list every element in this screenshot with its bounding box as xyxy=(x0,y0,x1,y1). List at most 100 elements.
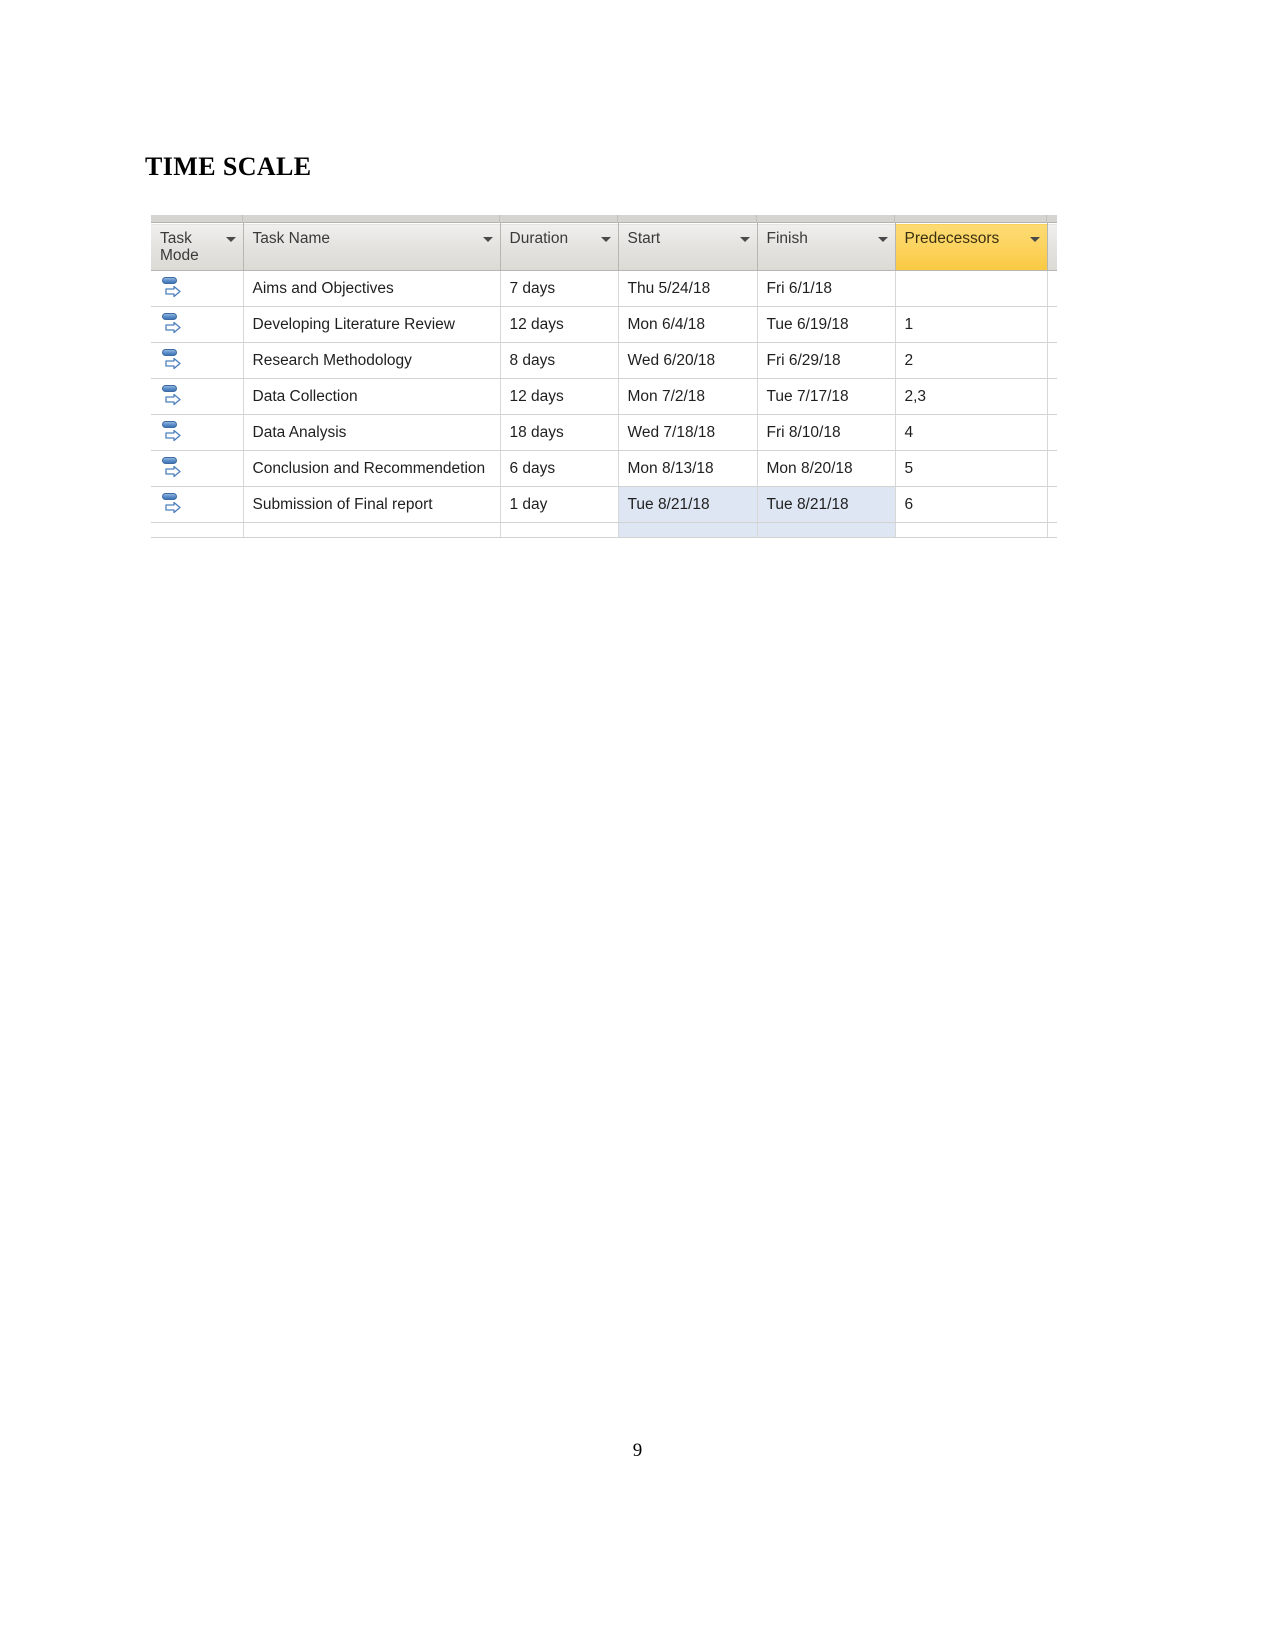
cell-task-mode[interactable] xyxy=(151,306,244,343)
resize-handle-predecessors[interactable] xyxy=(895,215,1047,223)
column-header-task-mode-label: Task Mode xyxy=(160,230,199,264)
cell-task-mode[interactable] xyxy=(151,342,244,379)
auto-scheduled-icon xyxy=(162,457,182,479)
cell-task-name[interactable]: Submission of Final report xyxy=(243,486,501,523)
table-row[interactable]: Conclusion and Recommendetion 6 days Mon… xyxy=(151,450,1057,487)
cell-finish[interactable]: Fri 6/29/18 xyxy=(757,342,896,379)
cell-task-name[interactable]: Conclusion and Recommendetion xyxy=(243,450,501,487)
column-resize-strip xyxy=(151,215,1057,223)
cell-task-name[interactable]: Developing Literature Review xyxy=(243,306,501,343)
task-table: Task Mode Task Name Duration Start Finis… xyxy=(151,223,1057,538)
resize-handle-task-name[interactable] xyxy=(243,215,500,223)
grid-scroll-area[interactable]: Task Mode Task Name Duration Start Finis… xyxy=(151,223,1057,676)
column-header-next-partial[interactable] xyxy=(1047,223,1057,271)
cell-task-mode[interactable] xyxy=(151,486,244,523)
cell-partial[interactable] xyxy=(1047,378,1057,415)
resize-handle-task-mode[interactable] xyxy=(151,215,243,223)
table-header: Task Mode Task Name Duration Start Finis… xyxy=(151,223,1057,271)
cell-finish[interactable]: Tue 6/19/18 xyxy=(757,306,896,343)
cell-start[interactable]: Mon 7/2/18 xyxy=(618,378,758,415)
table-row[interactable]: Data Analysis 18 days Wed 7/18/18 Fri 8/… xyxy=(151,414,1057,451)
filter-dropdown-icon-finish[interactable] xyxy=(877,237,888,242)
column-header-duration[interactable]: Duration xyxy=(500,223,619,271)
cell-start[interactable]: Wed 7/18/18 xyxy=(618,414,758,451)
cell-partial[interactable] xyxy=(1047,486,1057,523)
filter-dropdown-icon-start[interactable] xyxy=(739,237,750,242)
cell-predecessors[interactable]: 1 xyxy=(895,306,1048,343)
cell-partial[interactable] xyxy=(1047,306,1057,343)
auto-scheduled-icon xyxy=(162,493,182,515)
cell-task-mode[interactable] xyxy=(151,522,244,538)
cell-partial[interactable] xyxy=(1047,522,1057,538)
auto-scheduled-icon xyxy=(162,385,182,407)
cell-duration[interactable]: 12 days xyxy=(500,306,619,343)
table-row[interactable]: Submission of Final report 1 day Tue 8/2… xyxy=(151,486,1057,523)
cell-start[interactable] xyxy=(618,522,758,538)
column-header-finish[interactable]: Finish xyxy=(757,223,896,271)
cell-start[interactable]: Wed 6/20/18 xyxy=(618,342,758,379)
cell-finish[interactable]: Fri 6/1/18 xyxy=(757,270,896,307)
cell-predecessors[interactable]: 2 xyxy=(895,342,1048,379)
cell-predecessors[interactable]: 5 xyxy=(895,450,1048,487)
cell-predecessors[interactable]: 2,3 xyxy=(895,378,1048,415)
cell-start[interactable]: Thu 5/24/18 xyxy=(618,270,758,307)
table-row[interactable]: Data Collection 12 days Mon 7/2/18 Tue 7… xyxy=(151,378,1057,415)
cell-duration[interactable]: 1 day xyxy=(500,486,619,523)
cell-start[interactable]: Mon 8/13/18 xyxy=(618,450,758,487)
cell-duration[interactable]: 6 days xyxy=(500,450,619,487)
filter-dropdown-icon-task-mode[interactable] xyxy=(225,237,236,242)
column-header-task-name-label: Task Name xyxy=(252,230,331,247)
cell-task-mode[interactable] xyxy=(151,414,244,451)
cell-start[interactable]: Tue 8/21/18 xyxy=(618,486,758,523)
cell-task-name[interactable]: Data Analysis xyxy=(243,414,501,451)
cell-partial[interactable] xyxy=(1047,342,1057,379)
filter-dropdown-icon-duration[interactable] xyxy=(600,237,611,242)
resize-handle-start[interactable] xyxy=(618,215,757,223)
filter-dropdown-icon-task-name[interactable] xyxy=(482,237,493,242)
column-header-predecessors[interactable]: Predecessors xyxy=(895,223,1048,271)
project-task-grid: Task Mode Task Name Duration Start Finis… xyxy=(151,215,1057,676)
cell-finish[interactable]: Fri 8/10/18 xyxy=(757,414,896,451)
cell-partial[interactable] xyxy=(1047,270,1057,307)
auto-scheduled-icon xyxy=(162,313,182,335)
table-row[interactable]: Research Methodology 8 days Wed 6/20/18 … xyxy=(151,342,1057,379)
cell-task-mode[interactable] xyxy=(151,450,244,487)
cell-predecessors[interactable]: 6 xyxy=(895,486,1048,523)
table-row[interactable]: Aims and Objectives 7 days Thu 5/24/18 F… xyxy=(151,270,1057,307)
table-row[interactable]: Developing Literature Review 12 days Mon… xyxy=(151,306,1057,343)
cell-duration[interactable]: 12 days xyxy=(500,378,619,415)
cell-finish[interactable]: Tue 8/21/18 xyxy=(757,486,896,523)
resize-handle-duration[interactable] xyxy=(500,215,618,223)
column-header-task-mode[interactable]: Task Mode xyxy=(151,223,244,271)
cell-predecessors[interactable]: 4 xyxy=(895,414,1048,451)
table-body: Aims and Objectives 7 days Thu 5/24/18 F… xyxy=(151,270,1057,538)
filter-dropdown-icon-predecessors[interactable] xyxy=(1029,237,1040,242)
cell-predecessors[interactable] xyxy=(895,270,1048,307)
cell-partial[interactable] xyxy=(1047,414,1057,451)
cell-task-name[interactable] xyxy=(243,522,501,538)
auto-scheduled-icon xyxy=(162,421,182,443)
column-header-task-name[interactable]: Task Name xyxy=(243,223,501,271)
header-row: Task Mode Task Name Duration Start Finis… xyxy=(151,223,1057,271)
page-title: TIME SCALE xyxy=(145,152,312,181)
cell-task-mode[interactable] xyxy=(151,270,244,307)
cell-partial[interactable] xyxy=(1047,450,1057,487)
cell-task-name[interactable]: Aims and Objectives xyxy=(243,270,501,307)
cell-task-mode[interactable] xyxy=(151,378,244,415)
cell-task-name[interactable]: Data Collection xyxy=(243,378,501,415)
cell-finish[interactable]: Tue 7/17/18 xyxy=(757,378,896,415)
cell-predecessors[interactable] xyxy=(895,522,1048,538)
cell-task-name[interactable]: Research Methodology xyxy=(243,342,501,379)
cell-duration[interactable] xyxy=(500,522,619,538)
cell-duration[interactable]: 18 days xyxy=(500,414,619,451)
cell-finish[interactable] xyxy=(757,522,896,538)
cell-finish[interactable]: Mon 8/20/18 xyxy=(757,450,896,487)
column-header-predecessors-label: Predecessors xyxy=(904,230,1000,247)
table-row-empty[interactable] xyxy=(151,522,1057,538)
column-header-start[interactable]: Start xyxy=(618,223,758,271)
resize-handle-finish[interactable] xyxy=(757,215,895,223)
cell-start[interactable]: Mon 6/4/18 xyxy=(618,306,758,343)
cell-duration[interactable]: 7 days xyxy=(500,270,619,307)
page-number: 9 xyxy=(632,1440,643,1461)
cell-duration[interactable]: 8 days xyxy=(500,342,619,379)
